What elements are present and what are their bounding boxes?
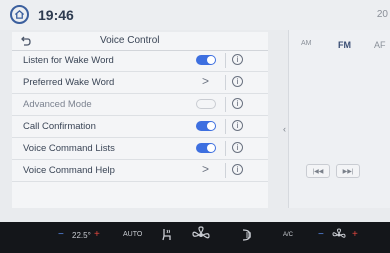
seek-back-button[interactable]: |◀◀ (306, 164, 330, 178)
voice-command-lists-toggle[interactable] (196, 143, 216, 153)
driver-temperature: 22.5° (72, 231, 91, 240)
call-confirmation-toggle[interactable] (196, 121, 216, 131)
setting-label: Listen for Wake Word (23, 55, 114, 66)
screen: 19:46 20 Voice Control Listen for Wake W… (0, 0, 390, 222)
divider (225, 163, 226, 178)
panel-header: Voice Control (12, 32, 268, 51)
advanced-mode-toggle[interactable] (196, 99, 216, 109)
home-button[interactable] (10, 5, 29, 24)
setting-label: Advanced Mode (23, 99, 92, 110)
divider (225, 75, 226, 90)
page-title: Voice Control (100, 35, 160, 46)
status-bar: 19:46 20 (0, 0, 390, 30)
setting-label: Voice Command Lists (23, 143, 115, 154)
setting-row-listen-wake-word[interactable]: Listen for Wake Word i (12, 50, 268, 72)
back-icon[interactable] (19, 35, 31, 47)
clock: 19:46 (38, 7, 74, 23)
setting-row-voice-command-lists[interactable]: Voice Command Lists i (12, 138, 268, 160)
divider (225, 119, 226, 134)
chevron-right-icon: > (202, 74, 210, 88)
info-icon[interactable]: i (232, 120, 243, 131)
ac-button[interactable]: A/C (283, 232, 293, 238)
driver-temp-up-button[interactable]: + (94, 229, 100, 240)
info-icon[interactable]: i (232, 76, 243, 87)
home-icon (14, 9, 25, 19)
auto-climate-button[interactable]: AUTO (123, 231, 142, 238)
divider (225, 141, 226, 156)
setting-label: Call Confirmation (23, 121, 96, 132)
heated-seat-icon[interactable] (160, 228, 172, 242)
divider (225, 53, 226, 68)
wake-word-toggle[interactable] (196, 55, 216, 65)
setting-row-preferred-wake-word[interactable]: Preferred Wake Word > i (12, 72, 268, 94)
fan-speed-down-button[interactable]: − (318, 229, 324, 240)
driver-temp-down-button[interactable]: − (58, 229, 64, 240)
setting-label: Voice Command Help (23, 165, 115, 176)
climate-bar: − 22.5° + AUTO A/C − + (0, 222, 390, 253)
divider (225, 97, 226, 112)
radio-panel: AM FM AF (288, 30, 390, 208)
setting-row-advanced-mode[interactable]: Advanced Mode i (12, 94, 268, 116)
fan-speed-icon (332, 228, 346, 238)
voice-control-panel: Voice Control Listen for Wake Word i Pre… (12, 32, 268, 208)
setting-row-voice-command-help[interactable]: Voice Command Help > i (12, 160, 268, 182)
setting-label: Preferred Wake Word (23, 77, 115, 88)
tab-am[interactable]: AM (301, 40, 312, 47)
info-icon[interactable]: i (232, 142, 243, 153)
fan-speed-up-button[interactable]: + (352, 229, 358, 240)
info-icon[interactable]: i (232, 164, 243, 175)
seek-forward-button[interactable]: ▶▶| (336, 164, 360, 178)
setting-row-call-confirmation[interactable]: Call Confirmation i (12, 116, 268, 138)
info-icon[interactable]: i (232, 98, 243, 109)
outside-temperature: 20 (376, 9, 388, 20)
chevron-right-icon: > (202, 162, 210, 176)
tab-af[interactable]: AF (374, 40, 386, 50)
fan-icon[interactable] (191, 226, 211, 244)
tab-fm[interactable]: FM (338, 40, 351, 50)
collapse-panel-icon[interactable]: ‹ (283, 124, 286, 134)
info-icon[interactable]: i (232, 54, 243, 65)
defrost-icon[interactable] (241, 228, 253, 242)
